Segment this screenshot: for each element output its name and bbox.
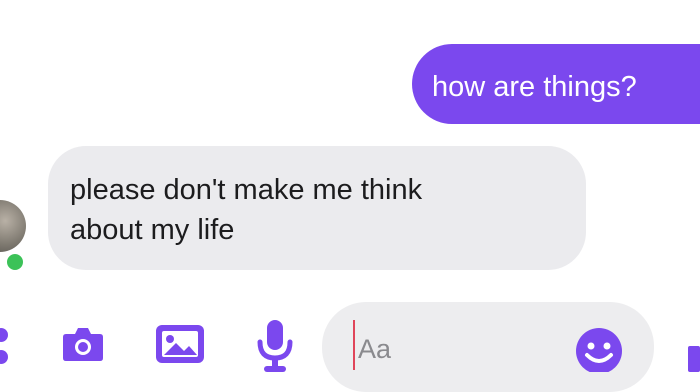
incoming-message-bubble[interactable]: please don't make me think about my life [48, 146, 586, 270]
more-icon[interactable] [0, 322, 16, 372]
contact-avatar[interactable] [0, 200, 26, 252]
emoji-icon[interactable] [572, 326, 630, 372]
camera-icon[interactable] [62, 326, 104, 362]
text-cursor [353, 320, 355, 370]
incoming-message-line: about my life [70, 214, 235, 246]
online-status-dot [3, 250, 27, 274]
message-input[interactable] [358, 333, 558, 365]
microphone-icon[interactable] [254, 318, 296, 372]
chat-thread: how are things? please don't make me thi… [0, 0, 700, 392]
image-icon[interactable] [155, 324, 205, 364]
incoming-message-line: please don't make me think [70, 174, 423, 206]
outgoing-message-text: how are things? [432, 71, 637, 103]
outgoing-message-bubble[interactable]: how are things? [412, 44, 700, 124]
like-icon[interactable] [684, 340, 700, 372]
